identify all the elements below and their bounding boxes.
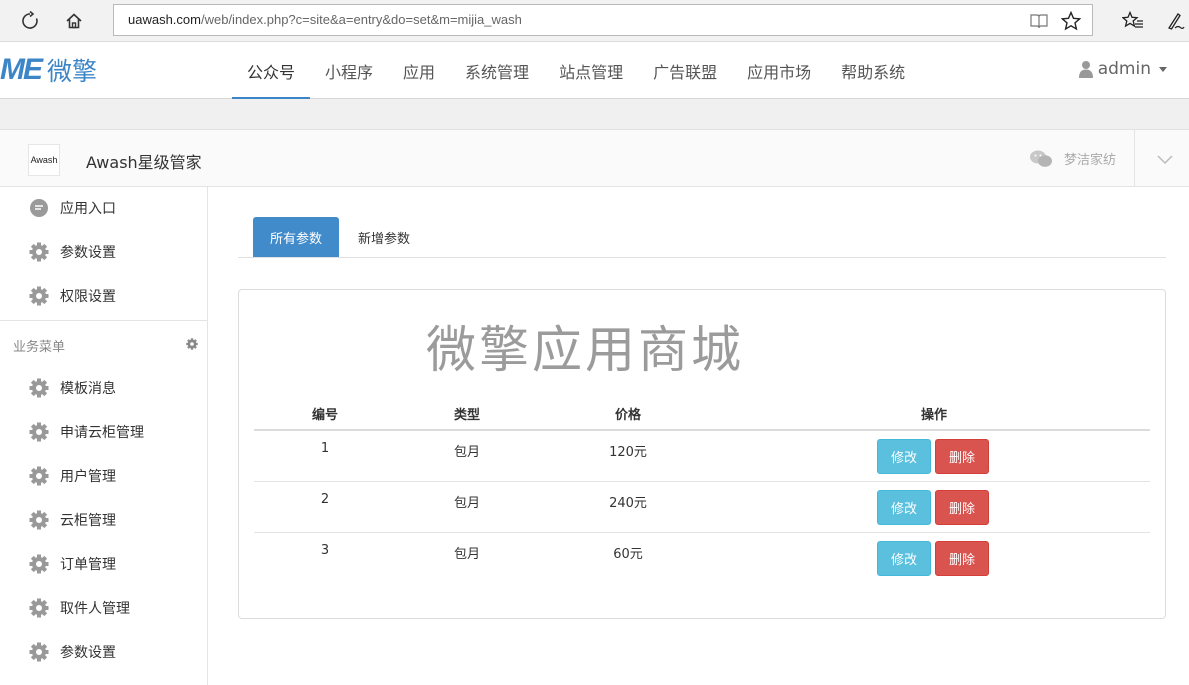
nav-item-help[interactable]: 帮助系统 [826,42,920,99]
cell-type: 包月 [453,547,480,562]
delete-button[interactable]: 删除 [935,490,989,525]
sidebar-item-param-settings[interactable]: 参数设置 [28,240,116,264]
sidebar-item-label: 云柜管理 [60,513,116,529]
sidebar-item-orders[interactable]: 订单管理 [28,552,116,576]
sidebar-item-label: 订单管理 [60,557,116,573]
sidebar-item-label: 用户管理 [60,469,116,485]
logo[interactable]: ME 微擎 [0,53,98,86]
tab-bar: 所有参数 新增参数 [238,217,1166,258]
gear-icon [28,285,50,307]
watermark-text: 微擎应用商城 [426,321,744,379]
nav-item-site[interactable]: 站点管理 [544,42,638,99]
sidebar-item-couriers[interactable]: 取件人管理 [28,596,130,620]
address-bar[interactable]: uawash.com/web/index.php?c=site&a=entry&… [113,4,1093,36]
wechat-account[interactable]: 梦洁家纺 [1030,149,1116,168]
gear-icon [28,421,50,443]
gear-icon [28,553,50,575]
nav-item-apps[interactable]: 应用 [388,42,450,99]
user-menu[interactable]: admin [1078,59,1167,79]
nav-item-mini-program[interactable]: 小程序 [310,42,388,99]
main-nav: 公众号 小程序 应用 系统管理 站点管理 广告联盟 应用市场 帮助系统 [232,42,920,100]
sidebar-item-cabinets[interactable]: 云柜管理 [28,508,116,532]
sidebar-item-cabinet-applications[interactable]: 申请云柜管理 [28,420,144,444]
sidebar-item-label: 模板消息 [60,381,116,397]
column-header-type: 类型 [453,408,480,423]
edit-button[interactable]: 修改 [877,439,931,474]
sidebar-item-label: 参数设置 [60,245,116,261]
cell-price: 120元 [609,445,647,460]
nav-item-official-account[interactable]: 公众号 [232,42,311,100]
chevron-down-icon [1159,66,1167,72]
cell-type: 包月 [453,445,480,460]
favorite-star-icon[interactable] [1061,11,1081,31]
account-name: Awash星级管家 [86,153,202,172]
tab-all-params[interactable]: 所有参数 [253,217,339,257]
sidebar-item-template-messages[interactable]: 模板消息 [28,376,116,400]
sidebar-item-business-settings[interactable]: 参数设置 [28,640,116,664]
wechat-icon [1030,150,1052,168]
chat-icon [28,197,50,219]
nav-item-system[interactable]: 系统管理 [450,42,544,99]
chevron-down-icon[interactable] [1156,150,1174,169]
delete-button[interactable]: 删除 [935,541,989,576]
edit-button[interactable]: 修改 [877,541,931,576]
gear-icon [28,509,50,531]
section-settings-gear-icon[interactable] [186,335,198,354]
cell-price: 240元 [609,496,647,511]
top-navbar: ME 微擎 公众号 小程序 应用 系统管理 站点管理 广告联盟 应用市场 帮助系… [0,42,1189,100]
nav-item-ad-alliance[interactable]: 广告联盟 [638,42,732,99]
table-row: 3 包月 60元 修改 删除 [254,533,1150,584]
table-header: 编号 类型 价格 操作 [254,396,1150,431]
table-row: 2 包月 240元 修改 删除 [254,482,1150,533]
sidebar-item-label: 取件人管理 [60,601,130,617]
sidebar-item-label: 权限设置 [60,289,116,305]
sidebar-item-users[interactable]: 用户管理 [28,464,116,488]
account-logo: Awash [28,144,60,176]
logo-mark: ME [0,53,43,86]
home-icon[interactable] [61,8,87,34]
browser-toolbar: uawash.com/web/index.php?c=site&a=entry&… [0,0,1189,42]
sidebar: 应用入口 参数设置 权限设置 业务菜单 模板消息 申请云柜管理 用户管理 云柜管… [0,187,208,685]
gear-icon [28,377,50,399]
user-icon [1078,60,1093,78]
reading-view-icon[interactable] [1029,11,1049,31]
sidebar-section-title: 业务菜单 [13,340,66,355]
sidebar-item-app-entry[interactable]: 应用入口 [28,196,116,220]
divider [1134,130,1135,187]
logo-text: 微擎 [47,57,98,86]
table-row: 1 包月 120元 修改 删除 [254,431,1150,482]
cell-id: 2 [320,492,330,507]
divider [0,320,207,321]
wechat-account-name: 梦洁家纺 [1064,153,1117,168]
params-panel: 微擎应用商城 编号 类型 价格 操作 1 包月 120元 修改 删除 2 包月 … [238,289,1166,619]
sidebar-item-label: 应用入口 [60,201,116,217]
edit-button[interactable]: 修改 [877,490,931,525]
user-name: admin [1097,59,1151,79]
cell-id: 3 [320,543,330,558]
nav-item-app-market[interactable]: 应用市场 [732,42,826,99]
column-header-price: 价格 [614,408,641,423]
gray-strip [0,99,1189,130]
sidebar-item-label: 参数设置 [60,645,116,661]
gear-icon [28,641,50,663]
column-header-actions: 操作 [920,408,947,423]
cell-type: 包月 [453,496,480,511]
gear-icon [28,597,50,619]
cell-price: 60元 [613,547,643,562]
cell-id: 1 [320,441,330,456]
account-header: Awash Awash星级管家 梦洁家纺 [0,130,1189,187]
gear-icon [28,465,50,487]
column-header-id: 编号 [311,408,338,423]
gear-icon [28,241,50,263]
sidebar-item-label: 申请云柜管理 [60,425,144,441]
params-table: 编号 类型 价格 操作 1 包月 120元 修改 删除 2 包月 240元 修改… [254,396,1150,584]
url-text[interactable]: uawash.com/web/index.php?c=site&a=entry&… [128,12,522,27]
delete-button[interactable]: 删除 [935,439,989,474]
favorites-hub-icon[interactable] [1120,8,1146,34]
sidebar-item-permissions[interactable]: 权限设置 [28,284,116,308]
web-note-icon[interactable] [1162,8,1188,34]
refresh-icon[interactable] [17,8,43,34]
tab-add-param[interactable]: 新增参数 [342,217,426,257]
